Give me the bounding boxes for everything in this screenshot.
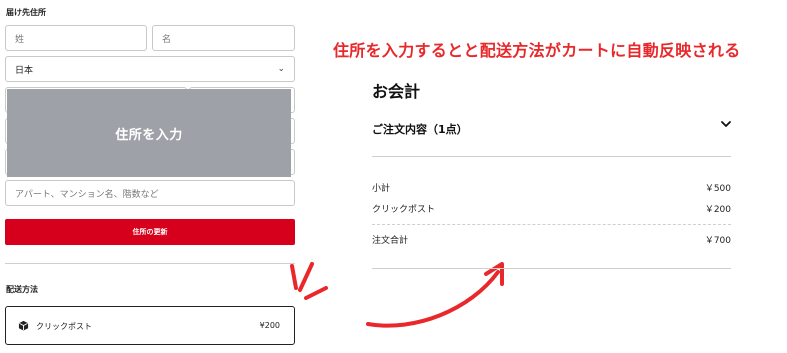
chevron-down-icon: ⌄ bbox=[277, 64, 285, 74]
shipping-option-clickpost[interactable]: クリックポスト ¥200 bbox=[5, 306, 295, 345]
shipping-option-name: クリックポスト bbox=[36, 322, 92, 331]
first-name-field[interactable]: 名 bbox=[152, 25, 295, 51]
shipping-row: クリックポスト ￥200 bbox=[372, 202, 731, 215]
total-label: 注文合計 bbox=[372, 236, 409, 246]
subtotal-label: 小計 bbox=[372, 184, 391, 194]
update-address-button[interactable]: 住所の更新 bbox=[5, 219, 295, 245]
total-row: 注文合計 ￥700 bbox=[372, 233, 731, 246]
shipping-label: クリックポスト bbox=[372, 205, 436, 215]
country-select[interactable]: 日本 ⌄ bbox=[5, 56, 295, 82]
dashed-divider bbox=[372, 224, 731, 225]
shipping-option-price: ¥200 bbox=[259, 321, 280, 330]
address-entry-overlay: 住所を入力 bbox=[7, 89, 291, 177]
subtotal-row: 小計 ￥500 bbox=[372, 181, 731, 194]
apartment-field[interactable]: アパート、マンション名、階数など bbox=[5, 180, 295, 206]
shipping-value: ￥200 bbox=[704, 205, 731, 215]
chevron-down-icon[interactable] bbox=[719, 117, 733, 131]
total-value: ￥700 bbox=[704, 236, 731, 246]
subtotal-value: ￥500 bbox=[704, 184, 731, 194]
divider bbox=[5, 263, 295, 264]
divider bbox=[372, 156, 731, 157]
divider bbox=[372, 268, 731, 269]
shipping-method-label: 配送方法 bbox=[6, 285, 38, 294]
shipping-address-label: 届け先住所 bbox=[6, 8, 46, 17]
package-icon bbox=[18, 320, 29, 331]
country-value: 日本 bbox=[15, 65, 34, 76]
emphasis-marks-icon bbox=[290, 262, 328, 300]
annotation-headline: 住所を入力するとと配送方法がカートに自動反映される bbox=[333, 41, 741, 60]
last-name-field[interactable]: 姓 bbox=[5, 25, 147, 51]
checkout-title: お会計 bbox=[372, 82, 421, 101]
curved-arrow-icon bbox=[366, 262, 504, 328]
order-summary-toggle[interactable]: ご注文内容（1点） bbox=[372, 121, 468, 137]
